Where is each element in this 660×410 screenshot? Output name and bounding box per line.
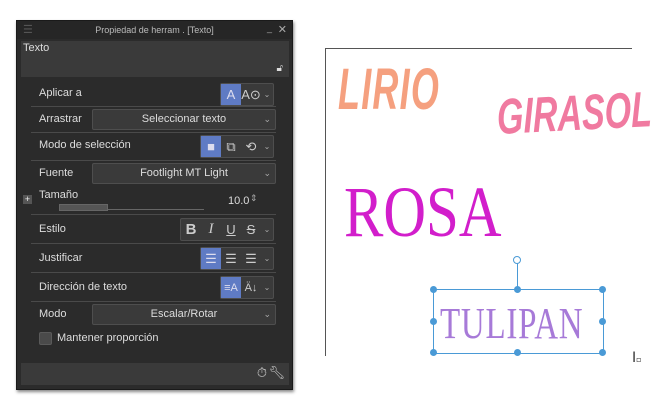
close-icon[interactable]: ✕	[278, 21, 287, 39]
bold-icon[interactable]: B	[181, 219, 201, 240]
strikethrough-icon[interactable]: S	[241, 219, 261, 240]
panel-footer: ⏱ 🔧︎	[21, 363, 289, 385]
keep-ratio-checkbox[interactable]	[39, 332, 52, 345]
menu-icon[interactable]: ☰	[23, 21, 33, 39]
reset-icon[interactable]: ⏱	[257, 365, 267, 381]
text-apply-icon[interactable]: A	[221, 84, 241, 105]
canvas-border-left	[325, 48, 326, 356]
text-cursor-icon: I▫	[632, 350, 642, 366]
chevron-down-icon: ⌄	[263, 168, 271, 178]
lock-icon[interactable]: 🔓︎	[277, 63, 283, 74]
rotate-handle-line	[517, 262, 518, 289]
resize-handle[interactable]	[599, 286, 606, 293]
apply-to-group: A A⊙ ⌄	[220, 83, 274, 106]
justify-label: Justificar	[39, 252, 83, 264]
drag-value: Seleccionar texto	[141, 113, 227, 125]
drag-label: Arrastrar	[39, 113, 82, 125]
row-apply-to: Aplicar a A A⊙ ⌄	[31, 81, 276, 107]
row-selection-mode: Modo de selección ■ ⧉ ⟲ ⌄	[31, 133, 276, 161]
minimize-icon[interactable]: _	[267, 19, 272, 37]
style-group: B I U S ⌄	[180, 218, 274, 241]
row-style: Estilo B I U S ⌄	[31, 215, 276, 244]
justify-group: ☰ ☰ ☰ ⌄	[200, 247, 274, 270]
apply-to-label: Aplicar a	[39, 87, 82, 99]
expand-icon[interactable]: +	[23, 195, 32, 204]
underline-icon[interactable]: U	[221, 219, 241, 240]
style-label: Estilo	[39, 223, 66, 235]
font-label: Fuente	[39, 167, 74, 179]
row-justify: Justificar ☰ ☰ ☰ ⌄	[31, 244, 276, 273]
row-direction: Dirección de texto ≡A Ä↓ ⌄	[31, 273, 276, 302]
row-keep-ratio: Mantener proporción	[31, 328, 276, 350]
new-selection-icon[interactable]: ■	[201, 136, 221, 157]
keep-ratio-label[interactable]: Mantener proporción	[57, 332, 159, 344]
selection-mode-label: Modo de selección	[39, 139, 131, 151]
canvas-border-top	[325, 48, 632, 49]
size-slider[interactable]	[59, 204, 204, 211]
resize-handle[interactable]	[430, 349, 437, 356]
resize-handle[interactable]	[599, 349, 606, 356]
spinner-icon[interactable]: ⇕	[250, 193, 258, 204]
font-value: Footlight MT Light	[140, 167, 228, 179]
resize-handle[interactable]	[430, 318, 437, 325]
row-size: + Tamaño 10.0 ⇕	[23, 187, 276, 215]
italic-icon[interactable]: I	[201, 219, 221, 240]
selection-box[interactable]	[433, 289, 604, 354]
resize-handle[interactable]	[430, 286, 437, 293]
size-label: Tamaño	[39, 189, 79, 201]
wrench-icon[interactable]: 🔧︎	[268, 365, 285, 381]
chevron-down-icon[interactable]: ⌄	[261, 136, 273, 157]
row-mode: Modo Escalar/Rotar ⌄	[31, 302, 276, 328]
chevron-down-icon: ⌄	[263, 114, 271, 124]
font-select[interactable]: Footlight MT Light ⌄	[92, 163, 276, 184]
chevron-down-icon[interactable]: ⌄	[261, 219, 273, 240]
chevron-down-icon[interactable]: ⌄	[261, 84, 273, 105]
toggle-selection-icon[interactable]: ⟲	[241, 136, 261, 157]
text-rosa[interactable]: ROSA	[344, 172, 501, 252]
vertical-text-icon[interactable]: Ä↓	[241, 277, 261, 298]
align-right-icon[interactable]: ☰	[241, 248, 261, 269]
size-value[interactable]: 10.0	[228, 195, 249, 207]
add-selection-icon[interactable]: ⧉	[221, 136, 241, 157]
chevron-down-icon[interactable]: ⌄	[261, 248, 273, 269]
resize-handle[interactable]	[514, 349, 521, 356]
rotate-handle[interactable]	[513, 256, 521, 264]
subtool-header: Texto 🔓︎	[21, 41, 289, 77]
selection-mode-group: ■ ⧉ ⟲ ⌄	[200, 135, 274, 158]
mode-select[interactable]: Escalar/Rotar ⌄	[92, 304, 276, 325]
chevron-down-icon[interactable]: ⌄	[261, 277, 273, 298]
text-attribute-icon[interactable]: A⊙	[241, 84, 261, 105]
text-girasol[interactable]: GIRASOL	[496, 80, 652, 146]
subtool-name: Texto	[23, 42, 50, 54]
direction-group: ≡A Ä↓ ⌄	[220, 276, 274, 299]
row-font: Fuente Footlight MT Light ⌄	[31, 161, 276, 186]
tool-property-panel: ☰ Propiedad de herram . [Texto] _ ✕ Text…	[16, 20, 293, 390]
align-left-icon[interactable]: ☰	[201, 248, 221, 269]
panel-title: Propiedad de herram . [Texto]	[95, 25, 214, 35]
resize-handle[interactable]	[599, 318, 606, 325]
panel-titlebar[interactable]: ☰ Propiedad de herram . [Texto] _ ✕	[17, 21, 292, 39]
direction-label: Dirección de texto	[39, 281, 128, 293]
row-drag: Arrastrar Seleccionar texto ⌄	[31, 107, 276, 133]
horizontal-text-icon[interactable]: ≡A	[221, 277, 241, 298]
align-center-icon[interactable]: ☰	[221, 248, 241, 269]
drag-select[interactable]: Seleccionar texto ⌄	[92, 109, 276, 130]
mode-label: Modo	[39, 308, 67, 320]
text-lirio[interactable]: LIRIO	[338, 56, 440, 123]
resize-handle[interactable]	[514, 286, 521, 293]
mode-value: Escalar/Rotar	[150, 308, 218, 320]
chevron-down-icon: ⌄	[263, 309, 271, 319]
